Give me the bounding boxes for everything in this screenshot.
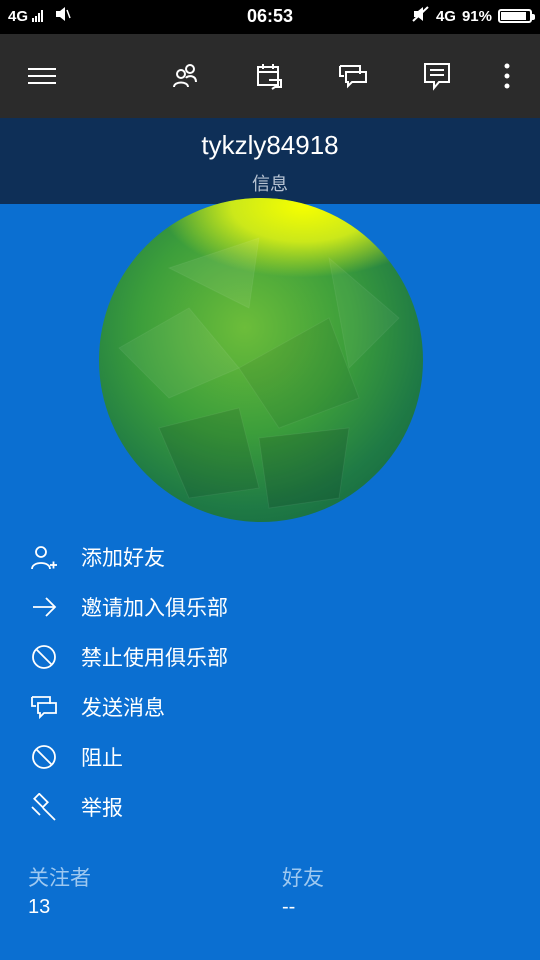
avatar-facets	[118, 237, 400, 509]
friends-count: --	[282, 896, 296, 918]
battery-icon	[498, 9, 535, 23]
arrow-right-icon	[28, 591, 60, 623]
menu-item-ban-club[interactable]: 禁止使用俱乐部	[28, 632, 508, 682]
followers-label: 关注者	[28, 866, 91, 890]
menu-item-add-friend[interactable]: 添加好友	[28, 532, 508, 582]
message-icon[interactable]	[417, 56, 457, 96]
friends-label: 好友	[282, 866, 324, 890]
status-right: 4G 91%	[412, 6, 535, 26]
block-icon	[28, 741, 60, 773]
status-bar: 4G 06:53 4G 91%	[0, 0, 540, 34]
menu-item-block[interactable]: 阻止	[28, 732, 508, 782]
toolbar	[0, 34, 540, 118]
calendar-icon[interactable]	[249, 56, 289, 96]
gavel-icon	[28, 791, 60, 823]
menu-item-label: 添加好友	[81, 546, 165, 570]
followers-stat[interactable]: 关注者 13	[28, 862, 91, 919]
mute-icon	[412, 6, 430, 26]
page-subtitle: 信息	[252, 174, 288, 195]
ban-icon	[28, 641, 60, 673]
chat-icon[interactable]	[333, 56, 373, 96]
menu-item-send-message[interactable]: 发送消息	[28, 682, 508, 732]
menu-item-label: 发送消息	[81, 696, 165, 720]
menu-item-invite-club[interactable]: 邀请加入俱乐部	[28, 582, 508, 632]
battery-percent: 91%	[461, 7, 492, 25]
avatar	[99, 198, 423, 522]
menu-item-label: 邀请加入俱乐部	[81, 596, 228, 620]
gamertag-title: tykzly84918	[201, 130, 339, 160]
more-icon[interactable]	[487, 56, 527, 96]
action-menu: 添加好友 邀请加入俱乐部 禁止使用俱乐部 发送消息 阻止 举报	[28, 532, 508, 832]
friends-stat[interactable]: 好友 --	[282, 862, 324, 919]
people-icon[interactable]	[165, 56, 205, 96]
battery-fill	[501, 12, 527, 20]
add-friend-icon	[28, 541, 60, 573]
menu-icon[interactable]	[22, 56, 62, 96]
followers-count: 13	[28, 896, 51, 918]
menu-item-report[interactable]: 举报	[28, 782, 508, 832]
network-label-right: 4G	[435, 7, 456, 25]
profile-header: tykzly84918 信息	[0, 118, 540, 204]
chat-icon	[28, 691, 60, 723]
menu-item-label: 举报	[81, 796, 123, 820]
menu-item-label: 禁止使用俱乐部	[81, 646, 228, 670]
menu-item-label: 阻止	[81, 746, 123, 770]
